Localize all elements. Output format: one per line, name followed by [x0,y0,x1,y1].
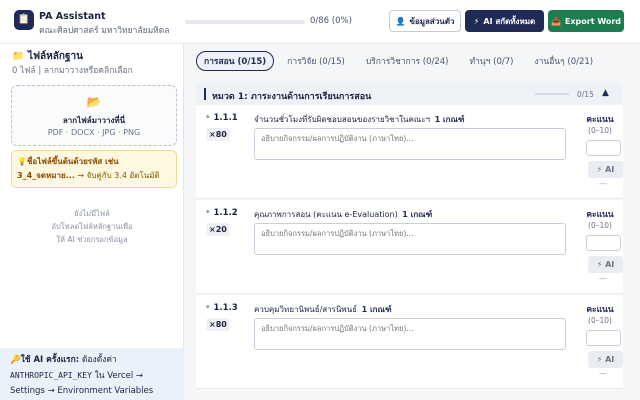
score-input[interactable] [586,235,621,251]
section-progress-bar [535,93,569,95]
item-title: จำนวนชั่วโมงที่รับผิดชอบสอนของรายวิชาในค… [254,115,465,124]
activity-description-input[interactable] [254,223,566,255]
collapse-icon[interactable]: ▲ [602,88,609,98]
evidence-sidebar: 📁 ไฟล์หลักฐาน 0 ไฟล์ | ลากมาวางหรือคลิกเ… [0,44,184,400]
ai-extract-all-button[interactable]: ⚡ AI สกัดทั้งหมด [465,10,544,32]
criteria-badge: 1 เกณฑ์ [402,210,433,219]
ai-status: — [599,369,607,378]
folder-icon: 📁 [12,51,25,62]
app-title: PA Assistant [39,11,106,22]
score-label: คะแนน [586,210,614,220]
tab-research[interactable]: การวิจัย (0/15) [279,51,353,71]
export-word-button[interactable]: 📥 Export Word [548,10,624,32]
api-settings-path: Settings → Environment Variables [10,386,154,396]
criteria-badge: 1 เกณฑ์ [361,305,392,314]
ai-fill-button[interactable]: ⚡ AI [588,161,623,178]
ai-fill-button[interactable]: ⚡ AI [588,256,623,273]
main-content: การสอน (0/15) การวิจัย (0/15) บริการวิชา… [184,44,640,400]
dropzone-label: ลากไฟล์มาวางที่นี่ [62,116,126,125]
section-count: 0/15 [577,90,594,99]
activity-description-input[interactable] [254,318,566,350]
section-accent [204,88,206,100]
clipboard-icon: 📋 [14,10,34,30]
personal-info-button[interactable]: 👤 ข้อมูลส่วนตัว [389,10,461,32]
key-icon: 🔑 [10,355,21,365]
personal-info-label: ข้อมูลส่วนตัว [409,16,455,26]
ai-fill-button[interactable]: ⚡ AI [588,351,623,368]
activity-description-input[interactable] [254,128,566,160]
kpi-item: 1.1.3 ×80 ควบคุมวิทยานิพนธ์/สารนิพนธ์ 1 … [196,295,623,389]
lightbulb-icon: 💡 [17,157,27,166]
section-header[interactable]: หมวด 1: ภาระงานด้านการเรียนการสอน 0/15 ▲ [196,83,623,105]
item-code: 1.1.1 [205,113,237,123]
empty-files-message: ยังไม่มีไฟล์ อัปโหลดไฟล์หลักฐานเพื่อ ให้… [51,209,133,244]
app-header: 📋 PA Assistant คณะศิลปศาสตร์ มหาวิทยาลัย… [0,0,640,44]
score-range: (0–10) [588,126,612,135]
open-folder-icon: 📂 [86,95,102,109]
tab-other[interactable]: งานอื่นๆ (0/21) [526,51,601,71]
api-key-name: ANTHROPIC_API_KEY [10,371,92,380]
ai-status: — [599,274,607,283]
item-multiplier: ×80 [206,128,230,141]
section-title: หมวด 1: ภาระงานด้านการเรียนการสอน [212,92,372,102]
item-code: 1.1.3 [205,303,237,313]
item-title: ควบคุมวิทยานิพนธ์/สารนิพนธ์ 1 เกณฑ์ [254,305,392,314]
tip-code: 3_4_จดหมาย... [17,171,75,180]
overall-progress-bar [185,20,305,24]
score-range: (0–10) [588,221,612,230]
item-multiplier: ×80 [206,318,230,331]
score-label: คะแนน [586,305,614,315]
score-label: คะแนน [586,115,614,125]
item-title: คุณภาพการสอน (คะแนน e-Evaluation) 1 เกณฑ… [254,210,433,219]
score-range: (0–10) [588,316,612,325]
api-key-note: 🔑ใช้ AI ครั้งแรก: ต้องตั้งค่า ANTHROPIC_… [0,348,184,400]
filename-tip: 💡ชื่อไฟล์ขึ้นต้นด้วยรหัส เช่น 3_4_จดหมาย… [11,150,177,188]
ai-status: — [599,179,607,188]
item-multiplier: ×20 [206,223,230,236]
category-tabs: การสอน (0/15) การวิจัย (0/15) บริการวิชา… [196,51,601,71]
progress-text: 0/86 (0%) [310,16,352,26]
kpi-item: 1.1.2 ×20 คุณภาพการสอน (คะแนน e-Evaluati… [196,200,623,294]
file-dropzone[interactable]: 📂 ลากไฟล์มาวางที่นี่ PDF · DOCX · JPG · … [11,85,177,146]
criteria-badge: 1 เกณฑ์ [434,115,465,124]
document-icon: 📥 [550,16,561,26]
app-subtitle: คณะศิลปศาสตร์ มหาวิทยาลัยมหิดล [39,26,170,36]
score-input[interactable] [586,330,621,346]
tab-teaching[interactable]: การสอน (0/15) [196,51,275,71]
lightning-icon: ⚡ [473,16,480,26]
export-word-label: Export Word [564,16,622,26]
sidebar-title: 📁 ไฟล์หลักฐาน [12,51,83,62]
dropzone-formats: PDF · DOCX · JPG · PNG [47,128,141,137]
tab-arts-culture[interactable]: ทำนุฯ (0/7) [461,51,521,71]
kpi-item: 1.1.1 ×80 จำนวนชั่วโมงที่รับผิดชอบสอนของ… [196,105,623,199]
tab-academic-service[interactable]: บริการวิชาการ (0/24) [358,51,457,71]
user-icon: 👤 [395,16,406,26]
item-code: 1.1.2 [205,208,237,218]
sidebar-subtitle: 0 ไฟล์ | ลากมาวางหรือคลิกเลือก [12,66,133,76]
score-input[interactable] [586,140,621,156]
ai-extract-all-label: AI สกัดทั้งหมด [483,16,536,26]
